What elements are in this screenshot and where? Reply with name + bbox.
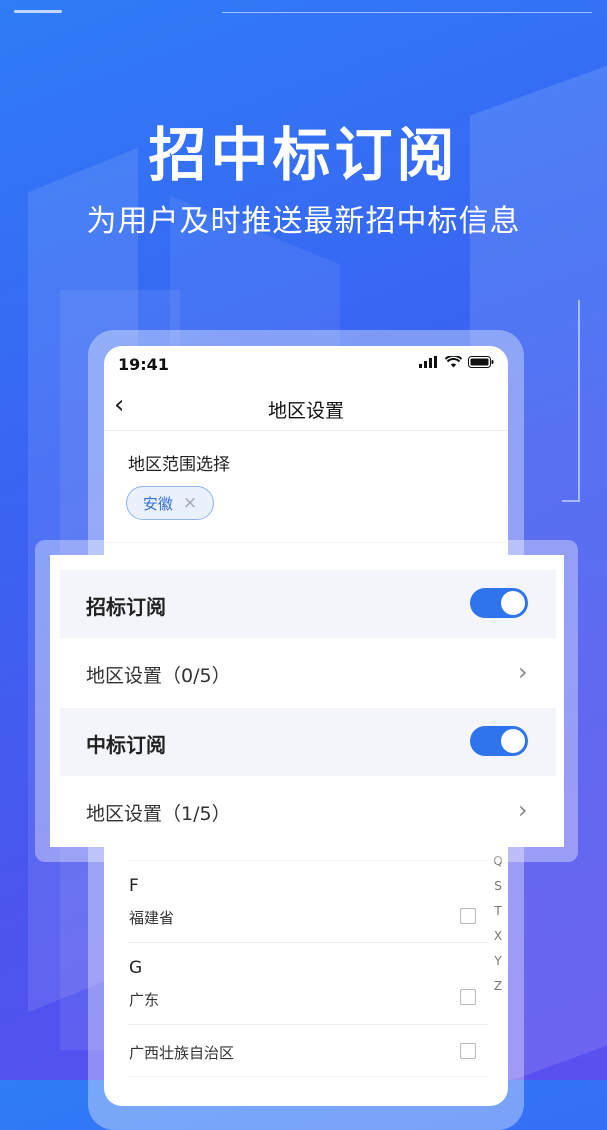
group-letter: F xyxy=(129,876,139,896)
index-letter[interactable]: T xyxy=(492,904,504,918)
chevron-right-icon: › xyxy=(518,796,528,824)
bid-subscription-row: 招标订阅 xyxy=(60,570,556,638)
toggle-knob xyxy=(501,591,525,615)
bid-subscription-toggle[interactable] xyxy=(470,588,528,618)
divider xyxy=(128,1076,488,1077)
group-letter: G xyxy=(129,958,143,978)
close-icon[interactable]: × xyxy=(183,493,197,513)
award-subscription-row: 中标订阅 xyxy=(60,708,556,776)
index-letter[interactable]: S xyxy=(492,879,504,893)
index-letter[interactable]: Y xyxy=(492,954,504,968)
index-letter[interactable]: X xyxy=(492,929,504,943)
bid-region-setting-row[interactable]: 地区设置（0/5） › xyxy=(60,638,556,708)
status-bar: 19:41 xyxy=(104,346,508,386)
bid-region-label: 地区设置（0/5） xyxy=(86,665,231,687)
bid-subscription-label: 招标订阅 xyxy=(86,595,166,619)
signal-icon xyxy=(419,356,437,368)
list-item: 广西壮族自治区 xyxy=(129,1044,235,1062)
divider xyxy=(128,942,488,943)
region-section-label: 地区范围选择 xyxy=(128,455,230,475)
province-checkbox[interactable] xyxy=(460,989,476,1005)
subscription-card: 招标订阅 地区设置（0/5） › 中标订阅 地区设置（1/5） › xyxy=(50,555,564,847)
hero-title: 招中标订阅 xyxy=(148,121,459,189)
battery-icon xyxy=(468,356,494,368)
nav-bar: ‹ 地区设置 xyxy=(104,386,508,430)
list-item: 广东 xyxy=(129,991,160,1009)
divider xyxy=(128,1024,488,1025)
wifi-icon xyxy=(445,356,462,368)
index-letter[interactable]: Z xyxy=(492,979,504,993)
award-subscription-label: 中标订阅 xyxy=(86,733,166,757)
award-region-setting-row[interactable]: 地区设置（1/5） › xyxy=(60,776,556,846)
chevron-right-icon: › xyxy=(518,658,528,686)
province-checkbox[interactable] xyxy=(460,908,476,924)
selected-region-chip[interactable]: 安徽 × xyxy=(126,486,214,520)
award-region-label: 地区设置（1/5） xyxy=(86,803,231,825)
award-subscription-toggle[interactable] xyxy=(470,726,528,756)
status-time: 19:41 xyxy=(118,355,169,374)
hero-subtitle: 为用户及时推送最新招中标信息 xyxy=(86,204,521,239)
list-item: 福建省 xyxy=(129,909,175,927)
divider xyxy=(104,430,508,431)
chip-label: 安徽 xyxy=(142,494,173,513)
decor-bracket xyxy=(562,300,580,502)
status-icons xyxy=(419,356,494,368)
toggle-knob xyxy=(501,729,525,753)
decor-line xyxy=(222,12,592,13)
decor-bar xyxy=(14,10,62,13)
page-title: 地区设置 xyxy=(267,400,344,422)
province-checkbox[interactable] xyxy=(460,1043,476,1059)
